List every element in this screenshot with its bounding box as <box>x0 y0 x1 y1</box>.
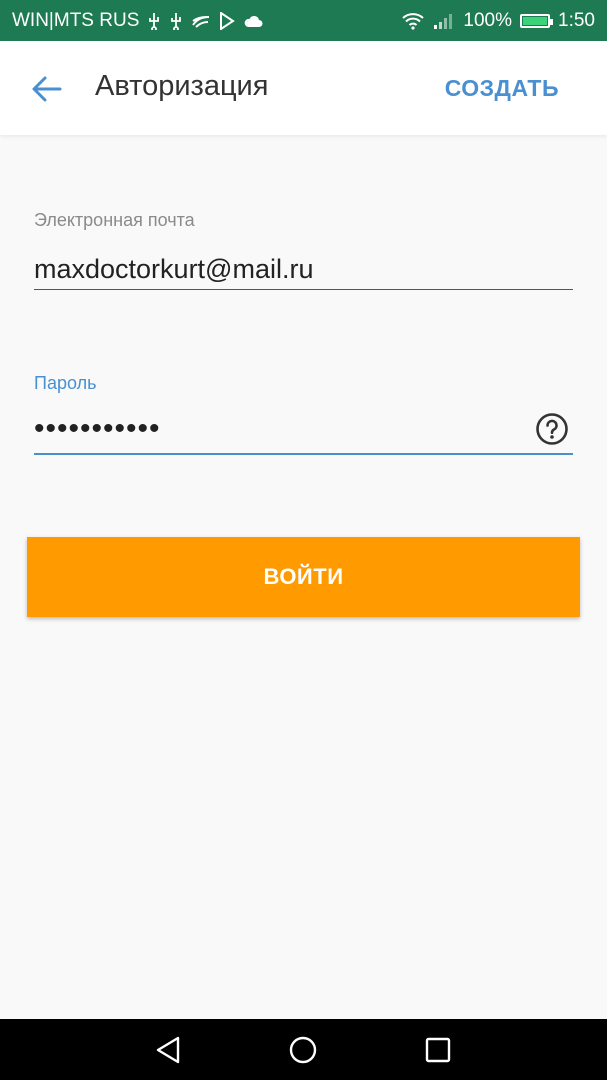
email-field[interactable] <box>34 250 573 288</box>
email-label: Электронная почта <box>34 210 195 230</box>
arrow-left-icon <box>32 76 62 102</box>
battery-percent: 100% <box>463 9 513 31</box>
usb-icon <box>169 12 183 30</box>
circle-home-icon[interactable] <box>286 1033 320 1067</box>
page-title: Авторизация <box>95 70 269 102</box>
system-nav-bar <box>0 1019 607 1080</box>
status-time: 1:50 <box>558 9 595 31</box>
login-button[interactable]: ВОЙТИ <box>27 537 580 617</box>
swiftkey-icon <box>191 13 211 29</box>
status-bar-left: WIN|MTS RUS <box>12 10 263 32</box>
wifi-icon <box>401 12 425 30</box>
password-underline <box>34 453 573 455</box>
play-store-icon <box>219 11 236 30</box>
carrier-name: WIN|MTS RUS <box>12 9 140 31</box>
create-account-button[interactable]: СОЗДАТЬ <box>445 75 559 102</box>
email-underline <box>34 289 573 290</box>
app-toolbar: Авторизация СОЗДАТЬ <box>0 41 607 135</box>
signal-icon <box>433 12 455 30</box>
status-bar: WIN|MTS RUS 100% 1:50 <box>0 0 607 41</box>
usb-icon <box>147 12 161 30</box>
cloud-icon <box>243 14 263 28</box>
square-recents-icon[interactable] <box>421 1033 455 1067</box>
status-bar-right: 100% 1:50 <box>401 10 595 32</box>
back-button[interactable] <box>22 67 72 111</box>
triangle-back-icon[interactable] <box>152 1033 186 1067</box>
battery-charging-icon <box>520 13 554 28</box>
password-field[interactable]: ••••••••••• <box>34 410 161 448</box>
question-circle-icon[interactable] <box>535 412 569 446</box>
password-label: Пароль <box>34 373 97 393</box>
